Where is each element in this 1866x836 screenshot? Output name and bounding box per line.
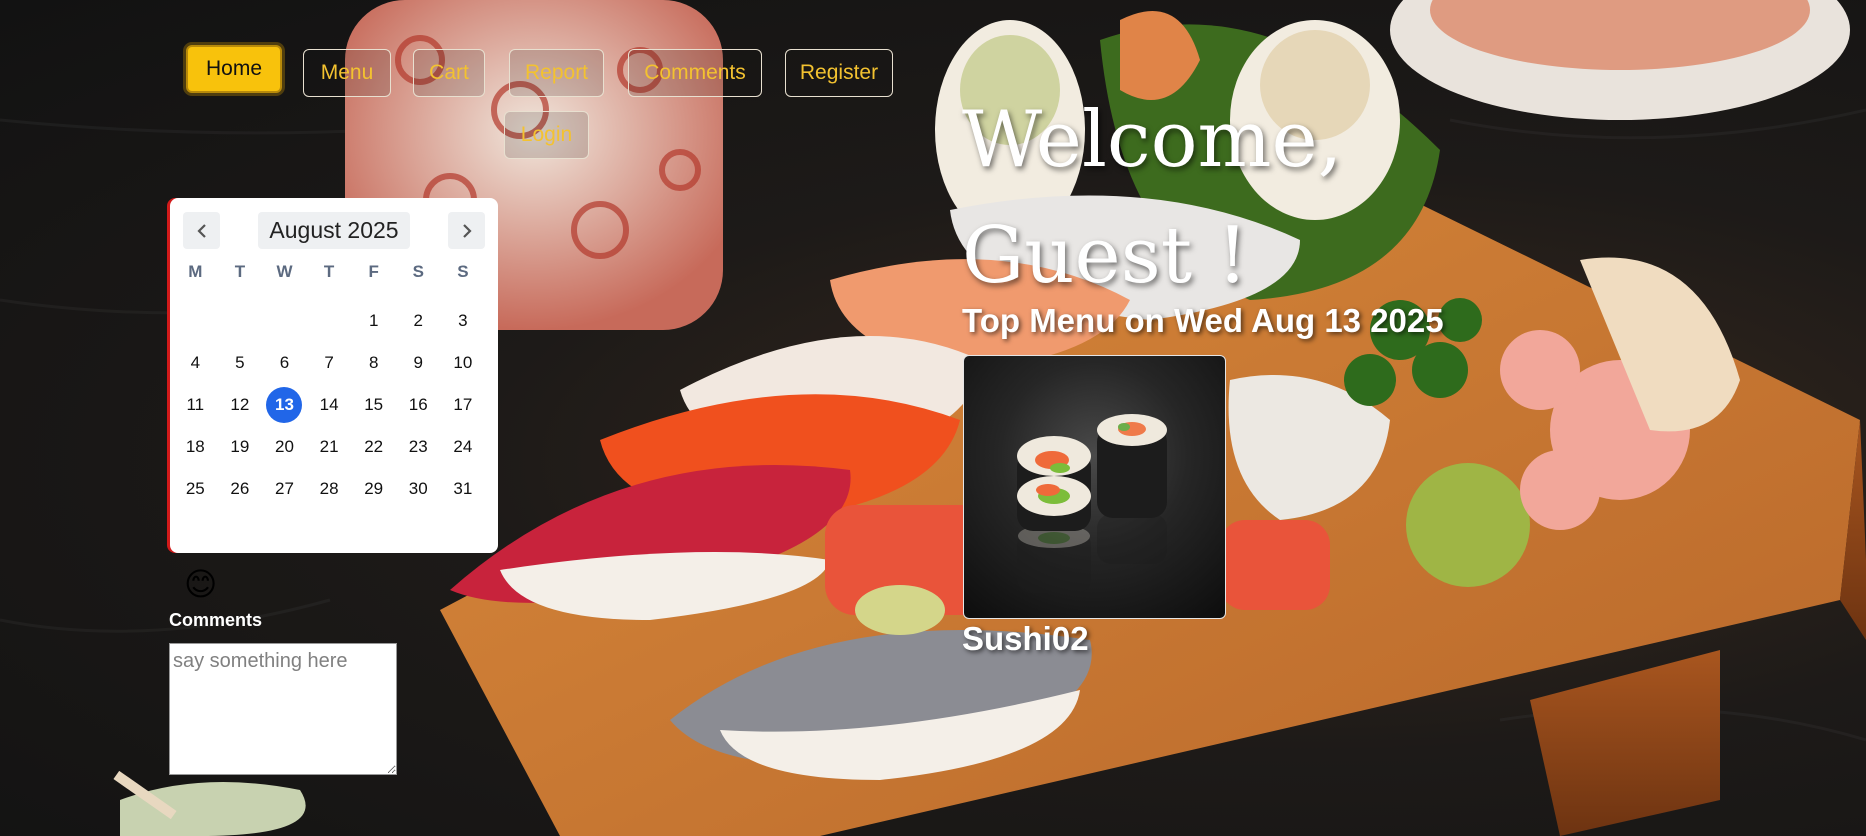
sushi-roll-image	[1017, 414, 1167, 593]
welcome-heading: Welcome, Guest !	[962, 82, 1382, 314]
calendar-day-number: 13	[266, 387, 303, 423]
comments-label: Comments	[169, 610, 263, 630]
calendar-day[interactable]: 16	[396, 384, 441, 426]
calendar-day[interactable]: 25	[173, 468, 218, 510]
welcome-line-2: Guest !	[962, 211, 1249, 301]
calendar-day[interactable]: 11	[173, 384, 218, 426]
calendar-day[interactable]: 21	[307, 426, 352, 468]
calendar-weekday-header: M	[188, 262, 203, 281]
calendar-grid: M T W T F S S 1 2 3 4 5 6 7 8 9 10 11 12 13 14 15 16 17 18 19 20 21…	[173, 258, 495, 510]
nav-login-button[interactable]: Login	[504, 111, 589, 159]
calendar-day[interactable]: 7	[307, 342, 352, 384]
nav-register-button[interactable]: Register	[785, 49, 893, 97]
calendar-day[interactable]: 3	[441, 300, 486, 342]
calendar-day[interactable]: 27	[262, 468, 307, 510]
nav-home-button[interactable]: Home	[186, 45, 282, 93]
calendar-day-number: 11	[186, 395, 205, 414]
chevron-right-icon	[462, 223, 472, 238]
calendar-day[interactable]: 23	[396, 426, 441, 468]
calendar-day-number: 25	[185, 479, 205, 498]
calendar-day[interactable]: 1	[351, 300, 396, 342]
calendar-day-number: 4	[190, 353, 201, 372]
calendar-day[interactable]: 29	[351, 468, 396, 510]
calendar-day-number: 16	[408, 395, 428, 414]
calendar-day-number: 2	[413, 311, 423, 330]
calendar-day-number: 12	[230, 395, 250, 414]
dish-name: Sushi02	[962, 620, 1089, 657]
nav-cart-button[interactable]: Cart	[413, 49, 485, 97]
calendar-day-number: 20	[275, 437, 294, 456]
calendar-day[interactable]: 31	[441, 468, 486, 510]
calendar-day[interactable]: 22	[351, 426, 396, 468]
calendar-day-number: 15	[364, 395, 384, 414]
smiley-emoji-icon: 😊	[184, 565, 218, 603]
calendar-day-number: 21	[319, 437, 339, 456]
calendar-weekday-header: F	[368, 262, 379, 281]
calendar-day-number: 24	[453, 437, 473, 456]
calendar-empty-cell	[218, 300, 263, 342]
calendar-month-title[interactable]: August 2025	[258, 212, 410, 249]
calendar-weekday-header: T	[323, 262, 335, 281]
welcome-line-1: Welcome,	[962, 95, 1343, 185]
calendar-day[interactable]: 4	[173, 342, 218, 384]
calendar-day-number: 26	[230, 479, 250, 498]
calendar-day-number: 19	[230, 437, 250, 456]
calendar-day-number: 8	[368, 353, 379, 372]
calendar-day-number: 28	[319, 479, 339, 498]
calendar: August 2025 M T W T F S S 1 2 3 4 5 6 7 8 9 10 11 12 13 14 15…	[170, 198, 498, 553]
calendar-day[interactable]: 17	[441, 384, 486, 426]
calendar-day[interactable]: 12	[218, 384, 263, 426]
comments-textarea[interactable]	[169, 643, 397, 775]
calendar-weekday-header: S	[457, 262, 469, 281]
calendar-day[interactable]: 24	[441, 426, 486, 468]
calendar-weekday-header: W	[276, 262, 293, 281]
calendar-day-number: 9	[413, 353, 423, 372]
calendar-day[interactable]: 6	[262, 342, 307, 384]
calendar-day[interactable]: 20	[262, 426, 307, 468]
calendar-day-number: 31	[453, 479, 473, 498]
calendar-day-number: 22	[364, 437, 384, 456]
calendar-next-button[interactable]	[448, 212, 485, 249]
calendar-day[interactable]: 18	[173, 426, 218, 468]
dish-card-image[interactable]	[963, 355, 1226, 619]
calendar-day-number: 3	[458, 311, 468, 330]
nav-report-button[interactable]: Report	[509, 49, 604, 97]
calendar-day[interactable]: 2	[396, 300, 441, 342]
calendar-day-number: 5	[235, 353, 245, 372]
calendar-day-number: 7	[324, 353, 334, 372]
calendar-day-number: 23	[408, 437, 428, 456]
calendar-day-number: 1	[368, 311, 379, 330]
calendar-day-number: 30	[408, 479, 428, 498]
calendar-day-today[interactable]: 13	[262, 384, 307, 426]
calendar-day[interactable]: 30	[396, 468, 441, 510]
calendar-weekday-header: T	[234, 262, 246, 281]
calendar-day-number: 27	[275, 479, 294, 498]
calendar-day[interactable]: 26	[218, 468, 263, 510]
calendar-empty-cell	[262, 300, 307, 342]
calendar-weekday-header: S	[412, 262, 424, 281]
top-menu-title: Top Menu on Wed Aug 13 2025	[962, 302, 1444, 339]
calendar-day[interactable]: 15	[351, 384, 396, 426]
page: Home Menu Cart Report Comments Register …	[0, 0, 1866, 836]
calendar-day-number: 29	[364, 479, 384, 498]
calendar-day[interactable]: 8	[351, 342, 396, 384]
calendar-day-number: 17	[453, 395, 473, 414]
calendar-day-number: 6	[279, 353, 290, 372]
calendar-day-number: 10	[453, 353, 473, 372]
calendar-empty-cell	[173, 300, 218, 342]
chevron-left-icon	[196, 223, 206, 238]
calendar-day-number: 18	[185, 437, 205, 456]
nav-comments-button[interactable]: Comments	[628, 49, 762, 97]
nav-menu-button[interactable]: Menu	[303, 49, 391, 97]
calendar-empty-cell	[307, 300, 352, 342]
calendar-day[interactable]: 14	[307, 384, 352, 426]
calendar-day-number: 14	[319, 395, 339, 414]
calendar-day[interactable]: 10	[441, 342, 486, 384]
calendar-day[interactable]: 9	[396, 342, 441, 384]
calendar-day[interactable]: 5	[218, 342, 263, 384]
calendar-day[interactable]: 28	[307, 468, 352, 510]
calendar-prev-button[interactable]	[183, 212, 220, 249]
calendar-day[interactable]: 19	[218, 426, 263, 468]
